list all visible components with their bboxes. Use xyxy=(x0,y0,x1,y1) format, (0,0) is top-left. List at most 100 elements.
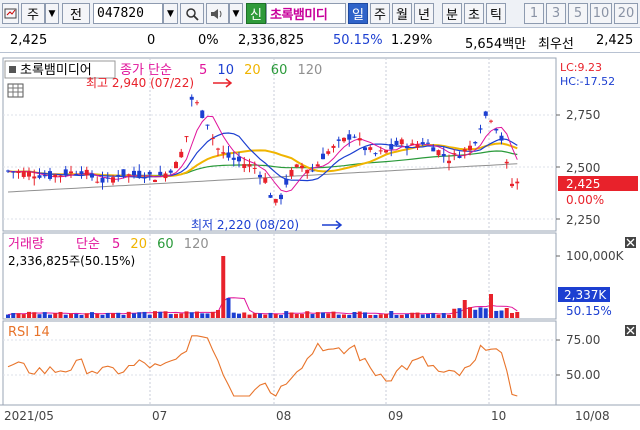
volume-bar xyxy=(305,311,310,318)
candle-body xyxy=(174,161,178,169)
volume-bar xyxy=(452,308,457,318)
volume-bar xyxy=(6,314,10,318)
period-second-label: 초 xyxy=(468,8,480,23)
candle-body xyxy=(357,138,362,141)
stock-name-field[interactable]: 초록뱀미디 xyxy=(266,3,346,24)
interval-3-button[interactable]: 3 xyxy=(546,3,566,24)
period-day-label: 일 xyxy=(352,8,364,23)
candle-body xyxy=(132,170,136,176)
volume-panel-title: 거래량 xyxy=(8,237,44,252)
stock-chart[interactable]: 초록뱀미디어 종가 단순 5 10 20 60 120 최고 2,940 (07… xyxy=(0,56,640,427)
interval-1-button[interactable]: 1 xyxy=(524,3,544,24)
speaker-dropdown-icon[interactable]: ▼ xyxy=(229,3,243,24)
price-ma-legend: 5 10 20 60 120 xyxy=(199,63,322,78)
candle-body xyxy=(48,171,52,179)
volume-bar xyxy=(53,313,58,318)
period-second-button[interactable]: 초 xyxy=(464,3,484,24)
speaker-icon[interactable] xyxy=(206,3,229,24)
quote-bar: 2,425 0 0% 2,336,825 50.15% 1.29% 5,654백… xyxy=(0,29,640,53)
candle-body xyxy=(336,139,341,141)
candle-body xyxy=(452,153,457,155)
volume-bar xyxy=(394,314,399,318)
candle-body xyxy=(90,173,94,178)
search-icon[interactable] xyxy=(180,3,204,24)
volume-bar xyxy=(116,312,121,318)
volume-bar xyxy=(399,314,404,318)
stock-code-input[interactable]: 047820 xyxy=(93,3,163,24)
candle-body xyxy=(284,178,289,185)
candle-body xyxy=(210,138,215,140)
candle-body xyxy=(457,155,462,158)
period-year-button[interactable]: 년 xyxy=(414,3,434,24)
ma-60-label: 60 xyxy=(271,63,288,78)
interval-20-button[interactable]: 20 xyxy=(614,3,638,24)
toolbar: 주 ▼ 전 047820 ▼ ▼ 신 초록뱀미디 일 주 월 년 분 초 틱 1… xyxy=(0,0,640,28)
period-month-button[interactable]: 월 xyxy=(392,3,412,24)
candle-body xyxy=(473,141,478,144)
jeon-button[interactable]: 전 xyxy=(62,3,90,24)
rsi-panel-title: RSI 14 xyxy=(8,325,50,340)
volume-bar xyxy=(447,314,451,318)
volume-bar xyxy=(441,313,446,318)
rsi-axis-50: 50.00 xyxy=(566,368,600,382)
volume-bar xyxy=(483,308,488,318)
low-annotation: 최저 2,220 (08/20) xyxy=(191,218,299,232)
current-volume-label: 2,337K xyxy=(564,288,607,302)
grid-toggle-icon[interactable] xyxy=(7,83,24,98)
volume-bar xyxy=(420,314,425,318)
volume-bar xyxy=(389,311,394,318)
period-week-button[interactable]: 주 xyxy=(370,3,390,24)
volume-panel-close-icon[interactable] xyxy=(625,237,636,248)
candle-body xyxy=(399,139,404,145)
volume-bar xyxy=(289,312,294,318)
period-minute-button[interactable]: 분 xyxy=(442,3,462,24)
volume-bar xyxy=(378,314,383,318)
rsi-panel-close-icon[interactable] xyxy=(625,325,636,336)
candle-body xyxy=(247,164,252,167)
candle-body xyxy=(84,169,89,176)
candle-body xyxy=(499,135,504,141)
volume-bar xyxy=(90,312,94,318)
candle-body xyxy=(189,96,194,100)
volume-bar xyxy=(321,312,325,318)
volume-bar xyxy=(499,310,504,318)
mode-select[interactable]: 주 xyxy=(21,3,45,24)
candle-body xyxy=(11,171,16,173)
candle-body xyxy=(378,150,383,152)
candle-body xyxy=(6,170,10,172)
candle-body xyxy=(515,181,520,184)
candle-body xyxy=(137,170,142,177)
volume-bar xyxy=(69,313,73,318)
candle-body xyxy=(142,177,147,179)
mode-dropdown-icon[interactable]: ▼ xyxy=(45,3,59,24)
candle-body xyxy=(16,171,21,174)
chart-area[interactable]: 초록뱀미디어 종가 단순 5 10 20 60 120 최고 2,940 (07… xyxy=(0,56,640,427)
candle-body xyxy=(268,195,273,198)
period-year-label: 년 xyxy=(418,8,430,23)
volume-bar xyxy=(21,314,26,318)
volume-bar xyxy=(331,311,336,318)
candle-body xyxy=(226,152,231,158)
candle-body xyxy=(300,165,304,169)
candle-body xyxy=(200,110,205,118)
shin-badge[interactable]: 신 xyxy=(246,3,266,24)
interval-5-button[interactable]: 5 xyxy=(568,3,588,24)
chart-type-icon[interactable] xyxy=(2,3,19,24)
volume-bar xyxy=(79,314,84,318)
candle-body xyxy=(410,143,415,145)
volume-bar xyxy=(263,314,268,318)
code-dropdown-icon[interactable]: ▼ xyxy=(163,3,178,24)
period-day-button[interactable]: 일 xyxy=(348,3,368,24)
volume-bar xyxy=(352,312,357,318)
ma-5-label: 5 xyxy=(199,63,207,78)
quote-volume: 2,336,825 xyxy=(238,33,305,48)
candle-body xyxy=(289,169,294,176)
period-month-label: 월 xyxy=(396,8,408,23)
period-tick-button[interactable]: 틱 xyxy=(486,3,506,24)
volume-bar xyxy=(252,313,257,318)
candle-body xyxy=(342,137,346,142)
candle-body xyxy=(468,145,472,151)
volume-bar xyxy=(11,313,16,318)
interval-10-button[interactable]: 10 xyxy=(590,3,612,24)
volume-bar xyxy=(48,314,52,318)
